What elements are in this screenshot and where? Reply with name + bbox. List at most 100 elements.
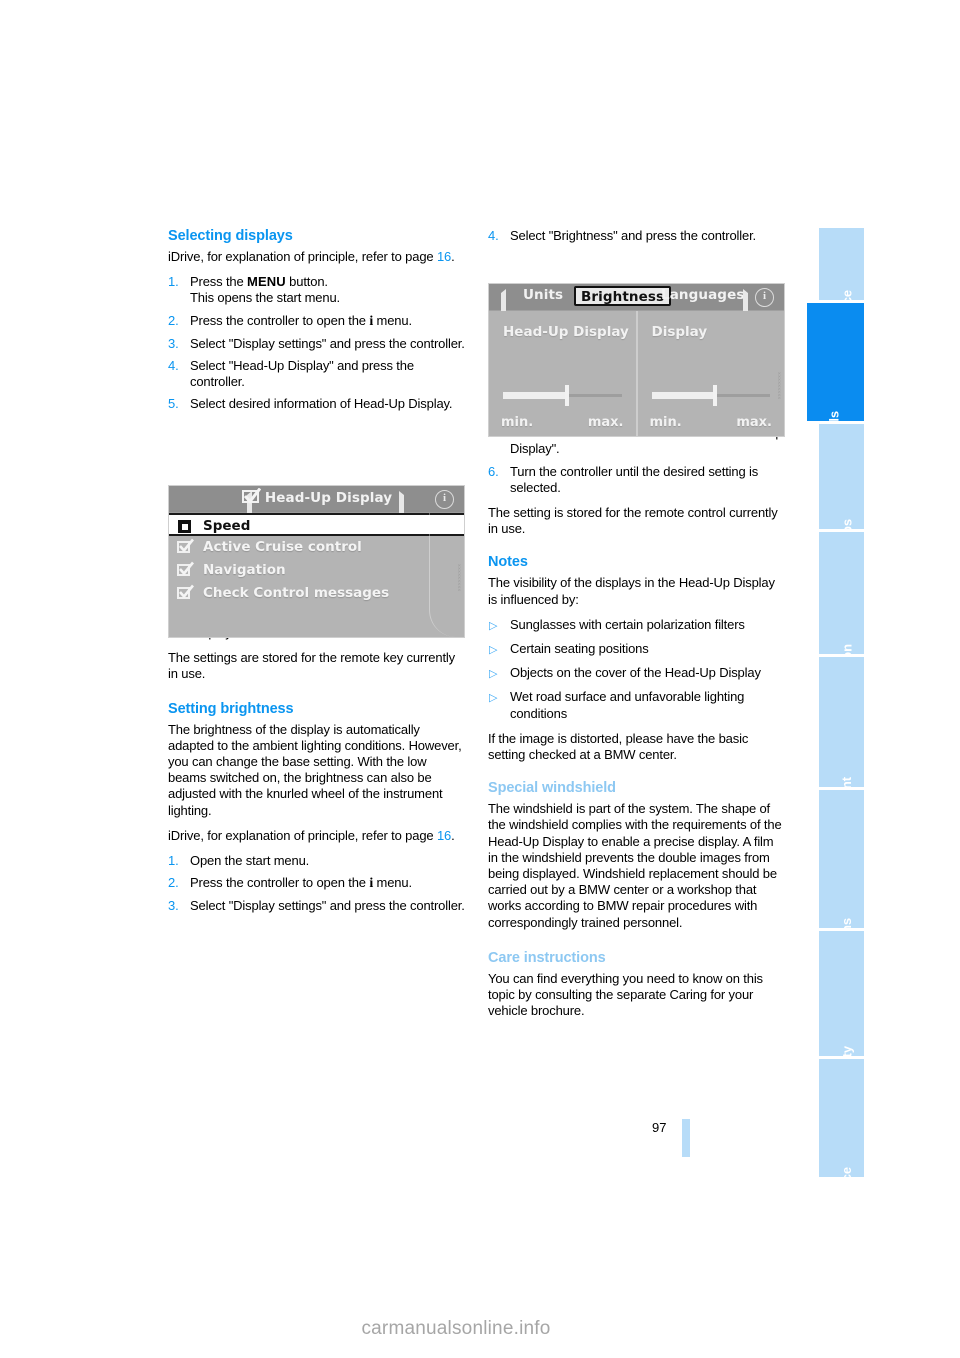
step-text-line2: This opens the start menu. xyxy=(190,290,341,306)
step-item: 4. Select "Brightness" and press the cont… xyxy=(488,228,785,244)
step-text-pre: Press the xyxy=(190,274,248,290)
sidebar-item-mobility[interactable]: Mobility xyxy=(819,931,864,1094)
hud-panel-curve-decoration xyxy=(429,513,456,637)
step-number: 3. xyxy=(168,335,179,351)
hud-row-active-cruise-control[interactable]: Active Cruise control xyxy=(169,536,464,559)
notes-intro: The visibility of the displays in the He… xyxy=(488,575,775,607)
hud-row-navigation[interactable]: Navigation xyxy=(169,559,464,582)
brightness-panes: Head-Up Display min. max. Display min. m… xyxy=(489,311,784,436)
step-item: 2. Press the controller to open the i men… xyxy=(168,313,465,330)
page-reference-16-b[interactable]: 16 xyxy=(437,828,451,843)
previous-arrow-icon[interactable] xyxy=(501,289,506,316)
slider-min-label: min. xyxy=(501,415,534,430)
hud-row-check-control-messages[interactable]: Check Control messages xyxy=(169,582,464,605)
sidebar-item-navigation[interactable]: Navigation xyxy=(819,532,864,709)
tab-brightness-selected[interactable]: Brightness xyxy=(574,286,672,306)
info-icon[interactable]: i xyxy=(435,490,454,509)
heading-notes: Notes xyxy=(488,554,528,571)
sidebar-item-entertainment[interactable]: Entertainment xyxy=(819,657,864,863)
hud-menu-titlebar: Head-Up Display i xyxy=(169,486,464,518)
hud-brightness-slider[interactable] xyxy=(503,385,622,406)
manual-page: Selecting displays iDrive, for explanati… xyxy=(0,0,960,1358)
slider-knob[interactable] xyxy=(713,385,718,406)
list-item-label: Certain seating positions xyxy=(510,641,649,657)
hud-title-label: Head-Up Display xyxy=(264,490,393,506)
hud-row-label: Active Cruise control xyxy=(203,539,362,555)
sidebar-item-at-a-glance[interactable]: At a glance xyxy=(819,228,864,358)
pane-label: Display xyxy=(651,324,708,340)
list-item: ▷ Objects on the cover of the Head-Up Dis… xyxy=(488,665,785,681)
page-number: 97 xyxy=(652,1120,667,1135)
step-item: 1. Open the start menu. xyxy=(168,853,465,869)
selecting-displays-steps: 1. Press the MENU button. This opens the … xyxy=(168,274,465,412)
idrive-intro-period-2: . xyxy=(451,827,455,843)
slider-fill xyxy=(503,392,565,399)
pane-display[interactable]: Display min. max. xyxy=(635,311,784,436)
pane-minmax-labels: min. max. xyxy=(501,415,624,430)
sidebar-item-reference[interactable]: Reference xyxy=(819,1059,864,1229)
hud-row-label: Speed xyxy=(203,518,251,534)
heading-setting-brightness: Setting brightness xyxy=(168,700,294,717)
image-code-label: XXXXXXXXX xyxy=(777,372,782,400)
triangle-bullet-icon: ▷ xyxy=(489,644,498,657)
care-paragraph: You can find everything you need to know… xyxy=(488,970,763,1019)
triangle-bullet-icon: ▷ xyxy=(489,668,498,681)
step-number: 1. xyxy=(168,853,179,869)
checked-box-icon xyxy=(177,584,194,600)
sidebar-item-driving-tips[interactable]: Driving tips xyxy=(819,424,864,589)
display-brightness-slider[interactable] xyxy=(651,385,770,406)
page-reference-16-a[interactable]: 16 xyxy=(437,249,451,264)
pane-head-up-display[interactable]: Head-Up Display min. max. xyxy=(489,311,636,436)
step-text: Turn the controller until the desired se… xyxy=(510,463,759,495)
hud-row-speed-selected[interactable]: Speed xyxy=(169,513,464,536)
tab-languages[interactable]: Languages xyxy=(661,287,744,303)
notes-bullet-list: ▷ Sunglasses with certain polarization fi… xyxy=(488,617,785,722)
list-item-label: Wet road surface and unfavorable lightin… xyxy=(510,689,745,721)
image-code-label: XXXXXXXXX xyxy=(457,564,462,592)
step-text-pre: Select "Display settings" and press the … xyxy=(190,898,465,914)
list-item: ▷ Sunglasses with certain polarization fi… xyxy=(488,617,785,633)
sidebar-item-communications[interactable]: Communications xyxy=(819,790,864,1022)
idrive-intro-text-1: iDrive, for explanation of principle, re… xyxy=(168,249,437,264)
slider-knob[interactable] xyxy=(564,385,569,406)
slider-min-label: min. xyxy=(649,415,682,430)
slider-fill xyxy=(651,392,714,399)
list-item-label: Objects on the cover of the Head-Up Disp… xyxy=(510,665,761,681)
list-item-label: Sunglasses with certain polarization fil… xyxy=(510,616,745,632)
step-text-pre: Select desired information of Head-Up Di… xyxy=(190,396,453,412)
step-item: 2. Press the controller to open the i men… xyxy=(168,875,465,892)
hud-menu-title: Head-Up Display xyxy=(169,488,464,506)
heading-care-instructions: Care instructions xyxy=(488,949,606,966)
sidebar-item-controls[interactable]: Controls xyxy=(807,303,864,464)
unchecked-box-icon xyxy=(178,520,191,533)
step-number: 3. xyxy=(168,898,179,914)
checked-box-icon xyxy=(177,538,194,554)
settings-stored-note: The settings are stored for the remote k… xyxy=(168,650,455,682)
chapter-sidebar: At a glance Controls Driving tips Naviga… xyxy=(807,228,864,1229)
next-arrow-icon[interactable] xyxy=(743,289,748,316)
step-item: 5. Select desired information of Head-Up … xyxy=(168,396,465,412)
triangle-bullet-icon: ▷ xyxy=(489,619,498,632)
hud-row-label: Check Control messages xyxy=(203,585,390,601)
step-item: 3. Select "Display settings" and press th… xyxy=(168,898,465,914)
setting-stored-note: The setting is stored for the remote con… xyxy=(488,505,778,537)
tab-units[interactable]: Units xyxy=(523,287,563,303)
next-arrow-icon[interactable] xyxy=(399,491,404,518)
slider-max-label: max. xyxy=(587,415,624,430)
step-text-pre: Press the controller to open the xyxy=(190,312,370,328)
heading-selecting-displays: Selecting displays xyxy=(168,228,293,244)
brightness-menu-titlebar: Units Brightness Languages i xyxy=(489,284,784,316)
brightness-step4: 4. Select "Brightness" and press the cont… xyxy=(488,228,785,244)
checked-box-icon xyxy=(177,561,194,577)
step-number: 4. xyxy=(488,228,499,243)
step-item: 3. Select "Display settings" and press th… xyxy=(168,336,465,352)
idrive-intro-text-2: iDrive, for explanation of principle, re… xyxy=(168,827,437,843)
step-item: 4. Select "Head-Up Display" and press the… xyxy=(168,358,465,390)
step-text-pre: Select "Display settings" and press the … xyxy=(190,335,465,351)
triangle-bullet-icon: ▷ xyxy=(489,692,498,705)
step-number: 2. xyxy=(168,875,179,891)
info-icon[interactable]: i xyxy=(755,288,774,307)
step-item: 1. Press the MENU button. This opens the … xyxy=(168,274,465,306)
step-number: 4. xyxy=(168,358,179,374)
pane-minmax-labels: min. max. xyxy=(650,415,773,430)
